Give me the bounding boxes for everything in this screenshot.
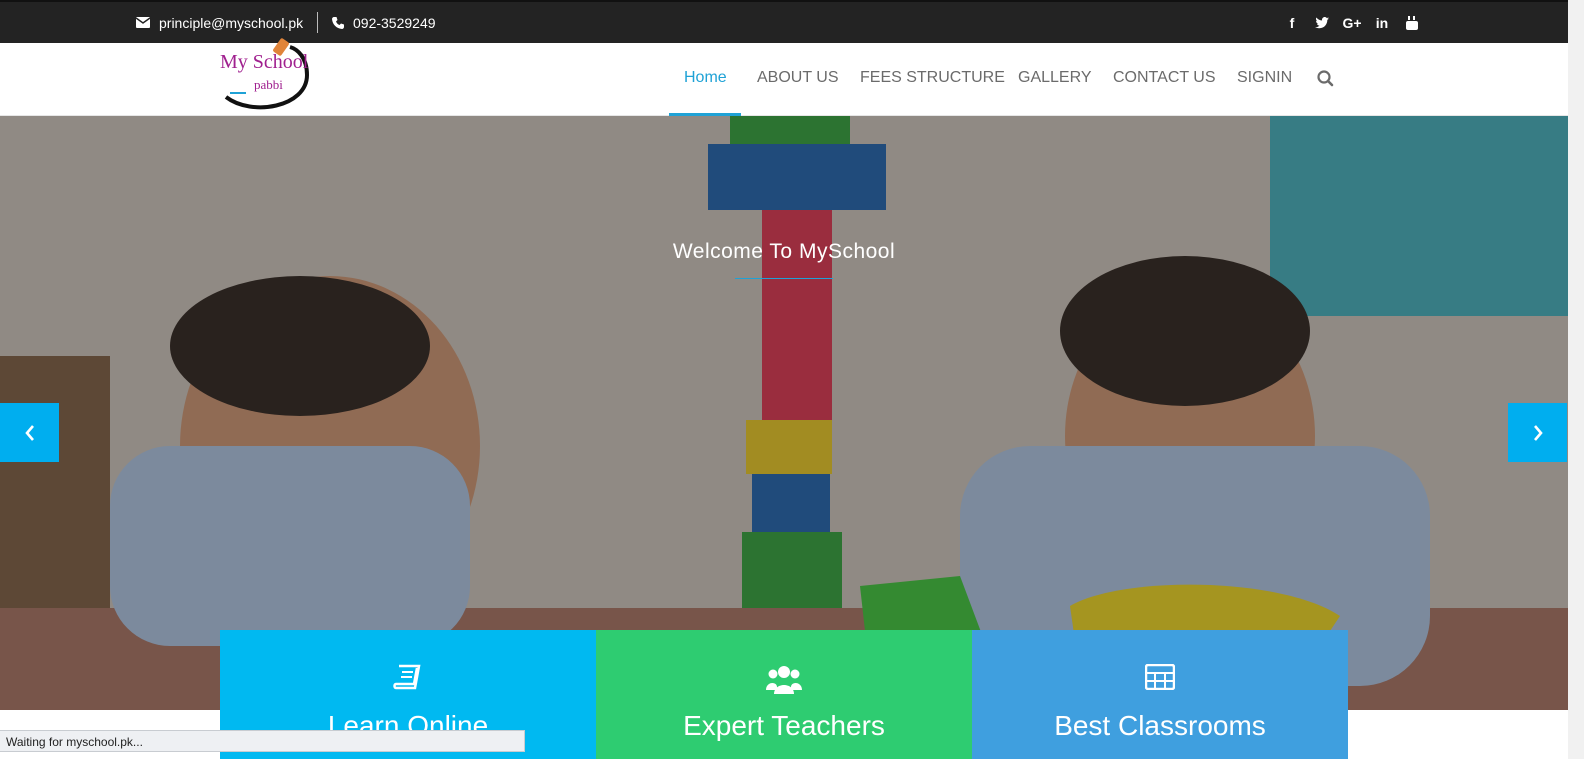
page-scrollbar[interactable] — [1568, 0, 1584, 759]
facebook-icon[interactable]: f — [1277, 8, 1307, 38]
feature-best-classrooms[interactable]: Best Classrooms — [972, 630, 1348, 759]
phone-icon — [332, 16, 344, 29]
search-icon[interactable] — [1316, 69, 1336, 89]
site-header: My School pabbi Home ABOUT US FEES STRUC… — [0, 38, 1568, 116]
phone-contact[interactable]: 092-3529249 — [332, 2, 436, 43]
hero-title-underline — [735, 278, 833, 279]
youtube-icon[interactable] — [1397, 8, 1427, 38]
nav-contact-us[interactable]: CONTACT US — [1113, 43, 1216, 115]
users-icon — [596, 664, 972, 696]
feature-title: Expert Teachers — [683, 710, 885, 741]
book-icon — [220, 664, 596, 696]
nav-signin[interactable]: SIGNIN — [1237, 43, 1292, 115]
nav-fees-structure[interactable]: FEES STRUCTURE — [860, 43, 1005, 115]
hero-title: Welcome To MySchool — [672, 240, 896, 263]
feature-title: Best Classrooms — [1054, 710, 1266, 741]
linkedin-icon[interactable]: in — [1367, 8, 1397, 38]
logo-subtitle: pabbi — [254, 77, 283, 92]
hero-slider: Welcome To MySchool — [0, 116, 1568, 710]
logo-title: My School — [220, 51, 309, 73]
twitter-icon[interactable] — [1307, 8, 1337, 38]
chevron-right-icon — [1533, 424, 1543, 441]
contact-divider — [317, 12, 318, 33]
nav-home[interactable]: Home — [684, 43, 727, 115]
slider-next-button[interactable] — [1508, 403, 1567, 462]
grid-icon — [972, 664, 1348, 696]
google-plus-icon[interactable]: G+ — [1337, 8, 1367, 38]
browser-status-bar: Waiting for myschool.pk... — [0, 730, 525, 752]
slider-prev-button[interactable] — [0, 403, 59, 462]
email-text: principle@myschool.pk — [159, 14, 304, 31]
envelope-icon — [136, 17, 150, 28]
chevron-left-icon — [24, 424, 34, 441]
phone-text: 092-3529249 — [353, 14, 436, 31]
social-links: f G+ in — [1277, 2, 1427, 43]
nav-gallery[interactable]: GALLERY — [1018, 43, 1092, 115]
school-logo[interactable]: My School pabbi — [212, 35, 322, 115]
nav-about-us[interactable]: ABOUT US — [757, 43, 839, 115]
hero-overlay — [0, 116, 1568, 710]
feature-expert-teachers[interactable]: Expert Teachers — [596, 630, 972, 759]
